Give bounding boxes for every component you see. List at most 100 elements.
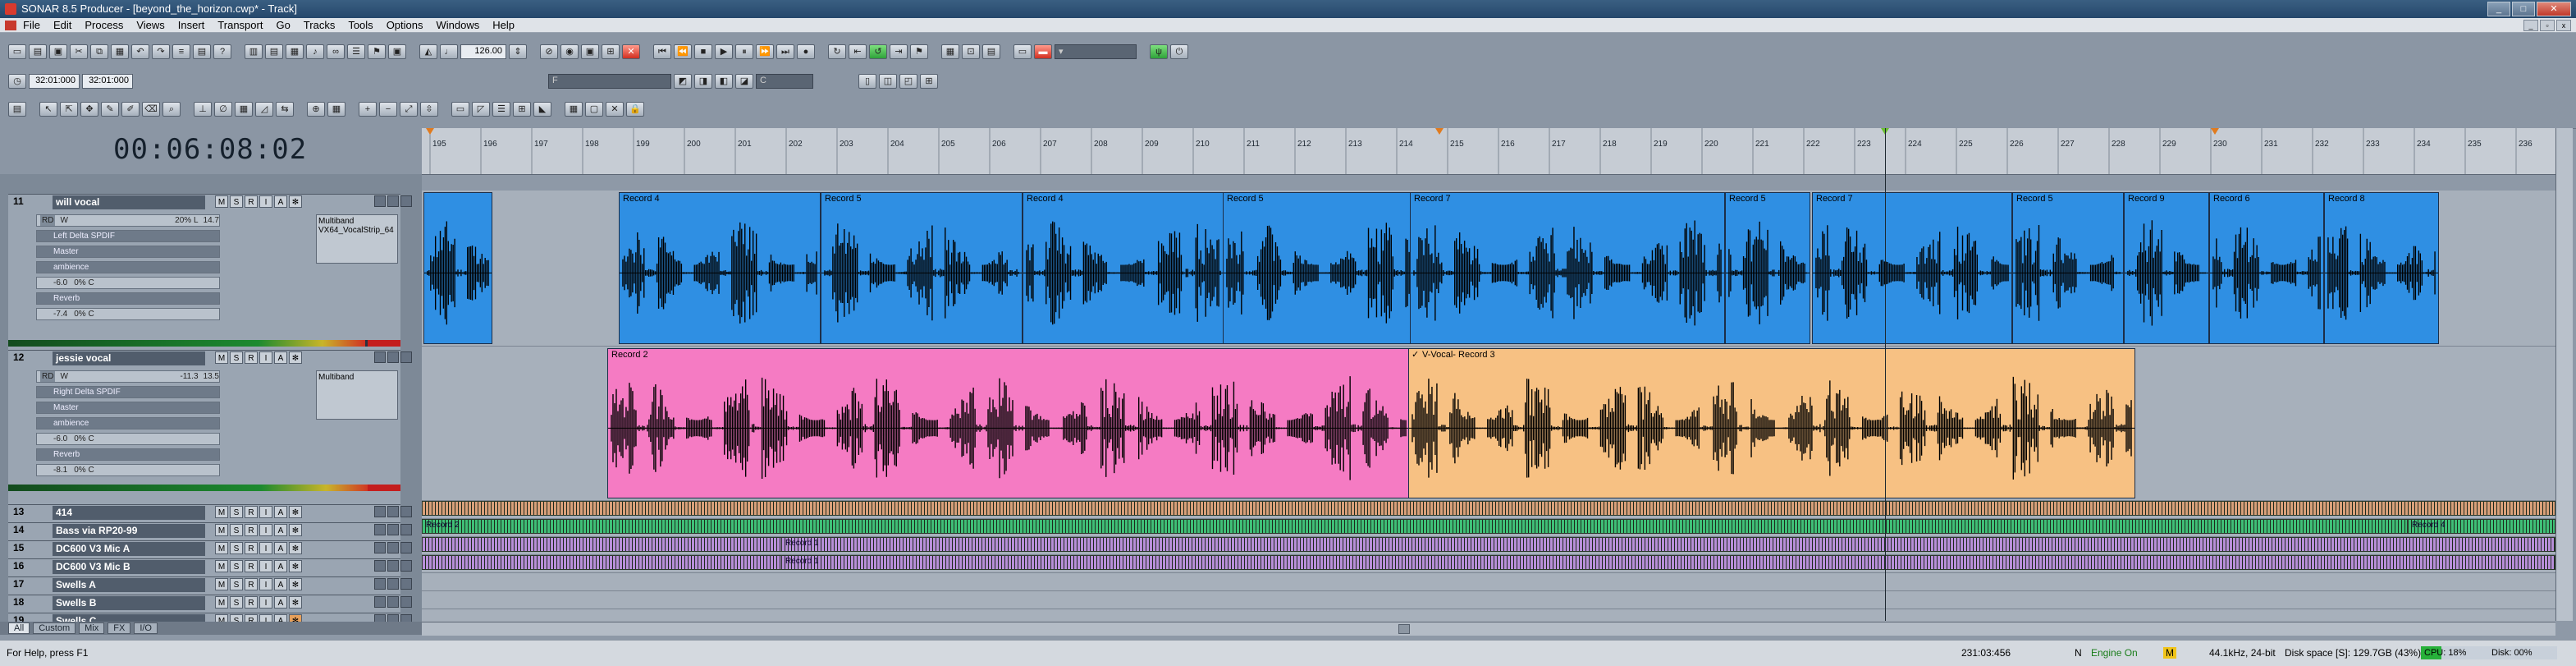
engine-status[interactable]: Engine On — [2091, 647, 2138, 659]
mdi-close-button[interactable]: x — [2556, 20, 2571, 31]
tab-io[interactable]: I/O — [134, 622, 158, 634]
solo-button[interactable]: S — [230, 524, 243, 536]
slip-tool-icon[interactable]: ⇆ — [276, 102, 294, 117]
freeze-icon[interactable]: ✻ — [289, 195, 302, 208]
audio-clip[interactable]: Record 2 — [422, 519, 2408, 534]
audio-clip[interactable]: Record 4 — [619, 192, 821, 344]
fx-bin[interactable]: Multiband VX64_VocalStrip_64 — [316, 214, 398, 264]
record-arm-button[interactable]: R — [245, 596, 258, 609]
mute-button[interactable]: M — [215, 542, 228, 554]
mute-tool-icon[interactable]: ∅ — [214, 102, 232, 117]
volume-pan-row[interactable]: RD W -11.3 13.5 — [36, 370, 220, 383]
archive-button[interactable]: A — [274, 560, 287, 572]
view-staff-icon[interactable]: ♪ — [306, 44, 324, 59]
archive-button[interactable]: A — [274, 524, 287, 536]
select-all-icon[interactable]: ▦ — [565, 102, 583, 117]
panic-icon[interactable]: ✕ — [622, 44, 640, 59]
clips-pane[interactable]: Record 4 Record 5 Record 4 Record 5 Record 7… — [422, 191, 2555, 622]
track-name[interactable]: 414 — [53, 506, 205, 520]
marker-next-icon[interactable]: ◰ — [899, 74, 917, 89]
audio-clip[interactable]: Record 2 — [607, 348, 1410, 498]
lane-414[interactable] — [422, 501, 2555, 519]
solo-button[interactable]: S — [230, 596, 243, 609]
output-selector[interactable]: Master — [36, 402, 220, 414]
track-collapse-icon[interactable] — [387, 542, 399, 553]
track-close-icon[interactable] — [400, 351, 412, 363]
lane-dc600-b[interactable]: Record 1 — [422, 555, 2555, 573]
nudge-up-icon[interactable]: ◪ — [735, 74, 753, 89]
archive-button[interactable]: A — [274, 506, 287, 518]
undo-icon[interactable]: ↶ — [131, 44, 149, 59]
track-option-icon[interactable] — [374, 578, 386, 590]
solo-button[interactable]: S — [230, 506, 243, 518]
screenset-icon[interactable]: ▭ — [1013, 44, 1032, 59]
properties-icon[interactable]: ▤ — [193, 44, 211, 59]
zoom-in-icon[interactable]: + — [359, 102, 377, 117]
now-time-display[interactable]: 00:06:08:02 — [113, 133, 307, 166]
lock-icon[interactable]: 🔒 — [626, 102, 644, 117]
fx-bin[interactable]: Multiband — [316, 370, 398, 420]
metronome-icon[interactable]: ◭ — [419, 44, 437, 59]
record-arm-button[interactable]: R — [245, 524, 258, 536]
pause-icon[interactable]: ⏸ — [735, 44, 753, 59]
marker-prev-icon[interactable]: ◫ — [879, 74, 897, 89]
track-close-icon[interactable] — [400, 542, 412, 553]
record-arm-button[interactable]: R — [245, 195, 258, 208]
volume-value[interactable]: 20% L — [175, 215, 198, 226]
menu-go[interactable]: Go — [276, 19, 290, 31]
track-option-icon[interactable] — [374, 195, 386, 207]
menu-insert[interactable]: Insert — [178, 19, 205, 31]
history-icon[interactable]: ≡ — [172, 44, 190, 59]
write-automation-label[interactable]: W — [60, 371, 67, 382]
split-tool-icon[interactable]: ⊥ — [194, 102, 212, 117]
track-collapse-icon[interactable] — [387, 195, 399, 207]
menu-file[interactable]: File — [23, 19, 40, 31]
track-close-icon[interactable] — [400, 596, 412, 608]
solo-button[interactable]: S — [230, 560, 243, 572]
track-option-icon[interactable] — [374, 596, 386, 608]
read-automation-label[interactable]: RD — [40, 371, 56, 382]
zoom-out-icon[interactable]: − — [379, 102, 397, 117]
volume-pan-row[interactable]: RD W 20% L 14.7 — [36, 214, 220, 227]
track-name[interactable]: Swells B — [53, 596, 205, 610]
snap-dropdown-a[interactable]: F — [548, 74, 671, 89]
audio-clip[interactable]: Record 6 — [2209, 192, 2324, 344]
audio-clip[interactable]: Record 5 — [2012, 192, 2124, 344]
send-pan[interactable]: 0% C — [74, 434, 94, 444]
audio-clip[interactable] — [422, 501, 2555, 516]
freeze-icon[interactable]: ✻ — [289, 506, 302, 518]
minimize-button[interactable]: _ — [2487, 2, 2510, 16]
show-takes-icon[interactable]: ☰ — [492, 102, 510, 117]
send-pan[interactable]: 0% C — [74, 278, 94, 288]
menu-tracks[interactable]: Tracks — [304, 19, 336, 31]
send-level[interactable]: -7.4 — [53, 309, 67, 319]
audio-clip[interactable]: Record 4 — [1023, 192, 1224, 344]
maximize-button[interactable]: □ — [2512, 2, 2535, 16]
snap-to-icon[interactable]: ⊡ — [962, 44, 980, 59]
open-icon[interactable]: ▤ — [29, 44, 47, 59]
vvocal-clip[interactable]: ✓ V-Vocal- Record 3 — [1408, 348, 2135, 498]
archive-button[interactable]: A — [274, 195, 287, 208]
freeze-icon[interactable]: ✻ — [289, 524, 302, 536]
close-button[interactable]: ✕ — [2537, 2, 2571, 16]
rewind-to-start-icon[interactable]: ⏮ — [653, 44, 671, 59]
pan-value[interactable]: 14.7 — [204, 215, 219, 226]
track-menu-icon[interactable]: ▤ — [8, 102, 26, 117]
tab-mix[interactable]: Mix — [79, 622, 105, 634]
grid-icon[interactable]: ▦ — [327, 102, 345, 117]
lane-will-vocal[interactable]: Record 4 Record 5 Record 4 Record 5 Record 7… — [422, 191, 2555, 347]
track-dc600-a[interactable]: 15 DC600 V3 Mic A M S R I A ✻ — [8, 540, 412, 558]
marker-list-icon[interactable]: ⊞ — [920, 74, 938, 89]
zoom-tool-icon[interactable]: ⌕ — [162, 102, 181, 117]
tab-all[interactable]: All — [8, 622, 30, 634]
track-swells-a[interactable]: 17 Swells A M S R I A ✻ — [8, 576, 412, 595]
mute-button[interactable]: M — [215, 524, 228, 536]
show-automation-icon[interactable]: ◸ — [472, 102, 490, 117]
track-option-icon[interactable] — [374, 506, 386, 517]
show-fx-icon[interactable]: ⊞ — [513, 102, 531, 117]
draw-tool-icon[interactable]: ✐ — [121, 102, 140, 117]
view-console-icon[interactable]: ▤ — [265, 44, 283, 59]
mdi-restore-button[interactable]: ▫ — [2540, 20, 2555, 31]
show-clips-icon[interactable]: ▭ — [451, 102, 469, 117]
input-selector[interactable]: Left Delta SPDIF — [36, 230, 220, 242]
